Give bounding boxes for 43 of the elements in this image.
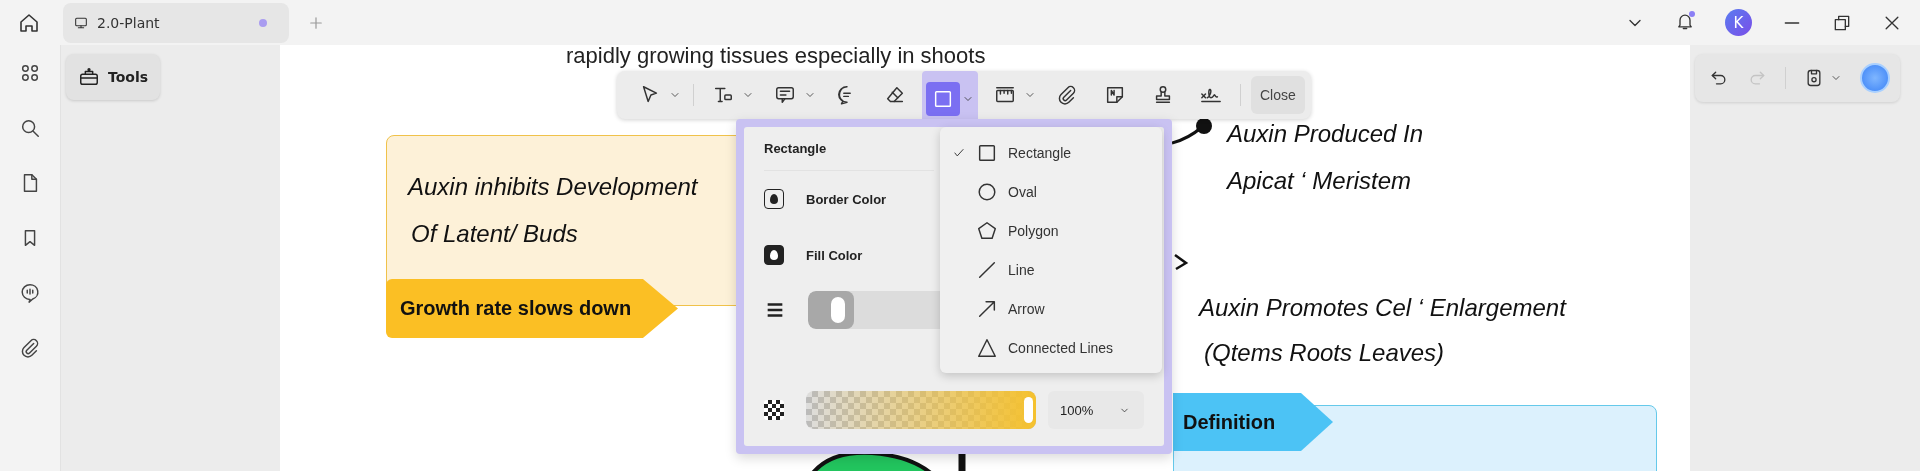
fill-color-icon[interactable] <box>764 245 784 265</box>
shape-menu-item[interactable]: Polygon <box>940 211 1162 250</box>
arrow-head-icon <box>1173 253 1189 271</box>
panel-title: Rectangle <box>764 127 934 171</box>
diagram-text: (Qtems Roots Leaves) <box>1204 339 1445 367</box>
toolbox-icon <box>78 66 100 88</box>
diagram-text: Auxin Promotes Cel ‘ Enlargement <box>1199 294 1566 322</box>
diagram-text: Auxin Produced In <box>1227 120 1424 148</box>
rectangle-tool-button[interactable] <box>926 82 960 116</box>
opacity-slider[interactable] <box>806 391 1036 429</box>
tag-label: Definition <box>1173 393 1333 451</box>
paperclip-icon <box>1056 84 1078 106</box>
document-tab[interactable]: 2.0-Plant <box>63 2 289 43</box>
tab-title: 2.0-Plant <box>97 14 161 31</box>
triangle-icon <box>976 336 998 359</box>
checkerboard-icon <box>764 400 784 420</box>
comments-icon[interactable] <box>19 282 41 304</box>
shape-menu-item[interactable]: Connected Lines <box>940 328 1162 367</box>
border-color-icon[interactable] <box>764 189 784 209</box>
border-color-label[interactable]: Border Color <box>806 191 887 207</box>
page-text: rapidly growing tissues especially in shoots <box>566 45 986 69</box>
shape-menu-item[interactable]: Oval <box>940 172 1162 211</box>
fill-color-label[interactable]: Fill Color <box>806 247 863 263</box>
avatar[interactable]: K <box>1725 9 1752 36</box>
note-icon <box>774 84 796 106</box>
sticky-note-icon <box>1104 84 1126 106</box>
shape-menu-item[interactable]: Rectangle <box>940 133 1162 172</box>
close-button[interactable]: Close <box>1251 76 1305 114</box>
card-text: Auxin inhibits Development <box>408 173 698 201</box>
paperclip-icon[interactable] <box>19 337 41 359</box>
slider-thumb[interactable] <box>1024 397 1033 423</box>
rectangle-icon <box>932 88 954 110</box>
shape-menu-item[interactable]: Arrow <box>940 289 1162 328</box>
diagram-text: Apicat ‘ Meristem <box>1227 167 1412 195</box>
polygon-icon <box>976 219 998 242</box>
tools-button[interactable]: Tools <box>66 54 161 100</box>
tag-label: Growth rate slows down <box>386 279 678 338</box>
opacity-dropdown[interactable]: 100% <box>1048 391 1145 429</box>
card-text: Of Latent/ Buds <box>411 220 578 248</box>
search-icon[interactable] <box>19 117 41 139</box>
slider-thumb[interactable] <box>831 297 846 323</box>
grid-icon[interactable] <box>19 62 41 84</box>
shape-menu-item[interactable]: Line <box>940 250 1162 289</box>
